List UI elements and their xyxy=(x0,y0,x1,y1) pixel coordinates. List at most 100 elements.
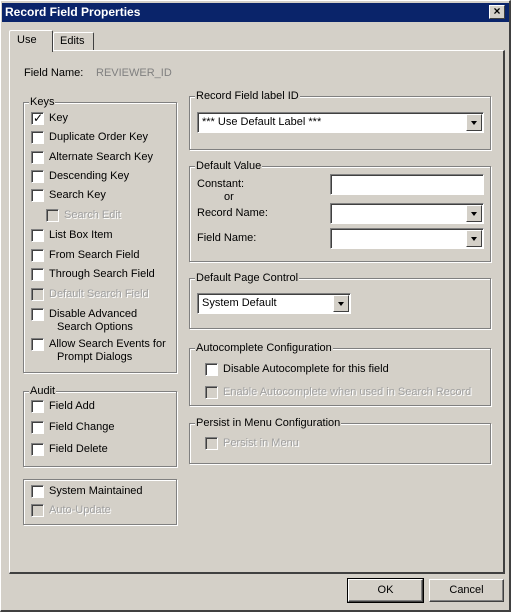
tab-edits[interactable]: Edits xyxy=(53,32,94,50)
field-name-value: REVIEWER_ID xyxy=(96,67,172,79)
checkbox-field-change[interactable]: Field Change xyxy=(31,421,114,435)
checkbox-auto-update: Auto-Update xyxy=(31,504,111,518)
title-bar[interactable]: Record Field Properties × xyxy=(2,3,509,22)
label-id-group-title: Record Field label ID xyxy=(195,89,300,103)
checkbox-duplicate-order-key[interactable]: Duplicate Order Key xyxy=(31,131,148,145)
tab-edits-label: Edits xyxy=(60,35,85,47)
ok-button-label: OK xyxy=(377,584,394,596)
checkbox-search-edit: Search Edit xyxy=(46,209,121,223)
checkbox-label: Descending Key xyxy=(49,170,130,182)
checkbox-box[interactable] xyxy=(31,308,44,321)
field-name-label: Field Name: xyxy=(24,67,84,79)
checkbox-field-add[interactable]: Field Add xyxy=(31,400,95,414)
constant-input[interactable] xyxy=(330,174,484,195)
close-icon: × xyxy=(493,4,501,18)
window-title: Record Field Properties xyxy=(5,5,141,19)
tab-use[interactable]: Use xyxy=(9,30,53,52)
checkbox-system-maintained[interactable]: System Maintained xyxy=(31,485,143,499)
checkbox-through-search-field[interactable]: Through Search Field xyxy=(31,268,155,282)
default-field-name-label: Field Name: xyxy=(197,232,257,244)
system-group: System Maintained Auto-Update xyxy=(23,479,177,525)
checkbox-box[interactable] xyxy=(31,268,44,281)
checkbox-label: Search Key xyxy=(49,189,106,201)
checkbox-label: Persist in Menu xyxy=(223,437,299,449)
checkbox-default-search-field: Default Search Field xyxy=(31,288,149,302)
checkbox-box[interactable] xyxy=(31,338,44,351)
checkbox-key[interactable]: ✓ Key xyxy=(31,111,68,126)
checkbox-search-key[interactable]: Search Key xyxy=(31,189,106,203)
default-field-name-select[interactable] xyxy=(330,228,484,249)
tab-use-label: Use xyxy=(17,34,37,46)
checkbox-label: Enable Autocomplete when used in Search … xyxy=(223,386,472,398)
checkbox-label: Duplicate Order Key xyxy=(49,131,149,143)
checkbox-box[interactable] xyxy=(31,443,44,456)
checkbox-enable-autocomplete-when-used-in-search-record: Enable Autocomplete when used in Search … xyxy=(205,386,471,400)
checkbox-label: From Search Field xyxy=(49,249,140,261)
checkbox-box[interactable] xyxy=(31,485,44,498)
label-id-group: Record Field label ID *** Use Default La… xyxy=(189,89,491,150)
checkbox-box xyxy=(46,209,59,222)
checkbox-label: Alternate Search Key xyxy=(49,151,153,163)
checkbox-allow-search-events-for[interactable]: Allow Search Events for Prompt Dialogs xyxy=(31,338,166,363)
checkbox-list-box-item[interactable]: List Box Item xyxy=(31,229,113,243)
record-name-select[interactable] xyxy=(330,203,484,224)
close-button[interactable]: × xyxy=(489,5,505,19)
or-label: or xyxy=(224,191,234,203)
ok-button[interactable]: OK xyxy=(347,578,424,603)
cancel-button-label: Cancel xyxy=(449,584,484,596)
checkbox-label: Search Edit xyxy=(64,209,121,221)
chevron-down-icon[interactable] xyxy=(466,114,482,131)
autocomplete-group-title: Autocomplete Configuration xyxy=(195,341,333,355)
checkbox-descending-key[interactable]: Descending Key xyxy=(31,170,129,184)
checkbox-box xyxy=(31,504,44,517)
checkbox-label: Through Search Field xyxy=(49,268,155,280)
checkbox-field-delete[interactable]: Field Delete xyxy=(31,443,108,457)
checkbox-box[interactable] xyxy=(31,400,44,413)
checkbox-label: Allow Search Events for xyxy=(49,338,166,350)
label-id-selected: *** Use Default Label *** xyxy=(202,116,322,128)
checkbox-label-line2: Search Options xyxy=(57,321,133,333)
page-control-select[interactable]: System Default xyxy=(197,293,351,314)
checkbox-disable-autocomplete-for-this-field[interactable]: Disable Autocomplete for this field xyxy=(205,363,389,377)
checkbox-label-line2: Prompt Dialogs xyxy=(57,351,133,363)
checkbox-disable-advanced[interactable]: Disable Advanced Search Options xyxy=(31,308,138,333)
chevron-down-icon[interactable] xyxy=(466,230,482,247)
chevron-down-icon[interactable] xyxy=(466,205,482,222)
checkbox-label: Field Delete xyxy=(49,443,108,455)
checkbox-box[interactable] xyxy=(31,151,44,164)
label-id-select[interactable]: *** Use Default Label *** xyxy=(197,112,484,133)
checkbox-label: List Box Item xyxy=(49,229,113,241)
checkbox-box[interactable] xyxy=(205,363,218,376)
persist-group: Persist in Menu Configuration Persist in… xyxy=(189,416,491,464)
checkbox-box[interactable] xyxy=(31,249,44,262)
record-name-label: Record Name: xyxy=(197,207,268,219)
checkbox-box[interactable] xyxy=(31,170,44,183)
constant-label: Constant: xyxy=(197,178,245,190)
checkbox-box[interactable] xyxy=(31,421,44,434)
default-value-group-title: Default Value xyxy=(195,159,263,173)
checkbox-alternate-search-key[interactable]: Alternate Search Key xyxy=(31,151,153,165)
checkbox-label: Disable Advanced xyxy=(49,308,138,320)
page-control-group-title: Default Page Control xyxy=(195,271,300,285)
checkbox-box[interactable] xyxy=(31,131,44,144)
default-value-group: Default Value Constant: or Record Name: … xyxy=(189,159,491,262)
checkbox-label: Field Change xyxy=(49,421,115,433)
keys-group-title: Keys xyxy=(29,95,56,109)
page-control-selected: System Default xyxy=(202,297,277,309)
checkbox-box[interactable] xyxy=(31,189,44,202)
checkbox-box xyxy=(205,386,218,399)
checkbox-label: Field Add xyxy=(49,400,95,412)
chevron-down-icon[interactable] xyxy=(333,295,349,312)
checkbox-label: System Maintained xyxy=(49,485,143,497)
checkbox-box[interactable] xyxy=(31,229,44,242)
checkbox-box[interactable]: ✓ xyxy=(31,111,44,125)
dialog-window: Record Field Properties × Use Edits Fiel… xyxy=(0,0,511,612)
checkbox-box xyxy=(31,288,44,301)
checkbox-label: Disable Autocomplete for this field xyxy=(223,363,389,375)
checkbox-label: Key xyxy=(49,112,68,124)
checkbox-from-search-field[interactable]: From Search Field xyxy=(31,249,139,263)
cancel-button[interactable]: Cancel xyxy=(429,579,504,602)
checkmark-icon: ✓ xyxy=(33,111,44,125)
autocomplete-group: Autocomplete Configuration Disable Autoc… xyxy=(189,341,491,406)
persist-group-title: Persist in Menu Configuration xyxy=(195,416,342,430)
